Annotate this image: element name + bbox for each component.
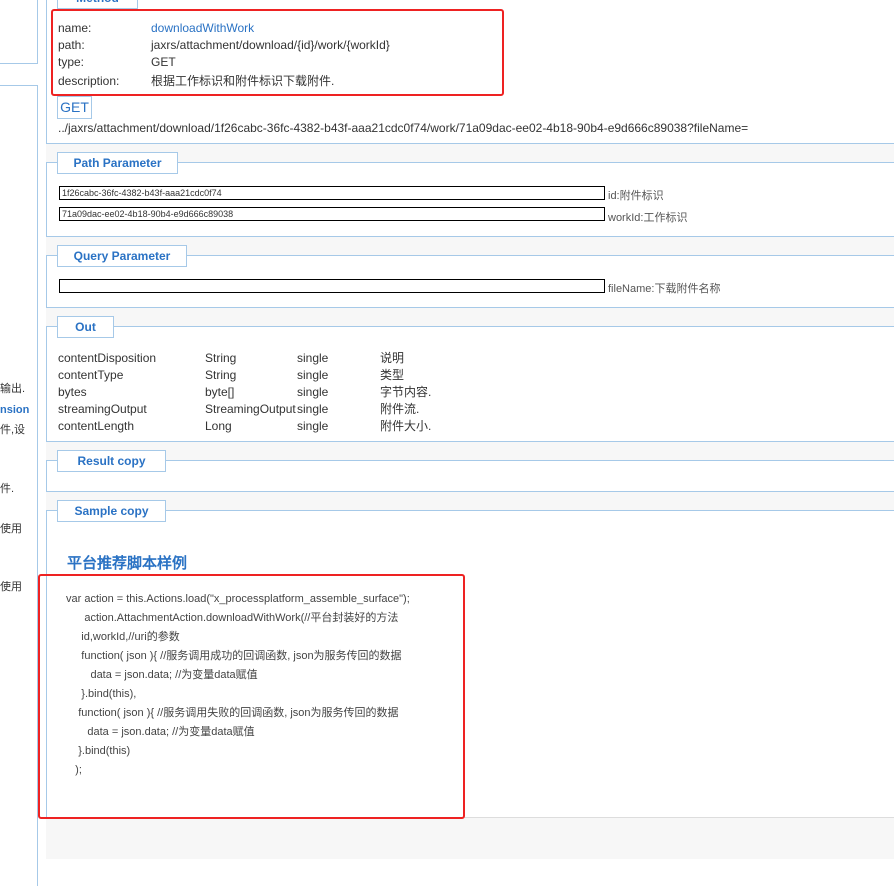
out-desc: 字节内容. [380,385,432,399]
filename-input[interactable] [59,279,605,293]
out-type: StreamingOutput [205,402,296,416]
query-parameter-legend: Query Parameter [57,245,187,267]
path-parameter-section: Path Parameter 1f26cabc-36fc-4382-b43f-a… [46,152,894,237]
sidebar-panel-top [0,0,38,64]
highlight-box [51,9,504,96]
out-type: String [205,368,237,382]
path-parameter-legend: Path Parameter [57,152,178,174]
out-type: String [205,351,237,365]
out-mult: single [297,368,329,382]
filename-label: fileName:下载附件名称 [608,283,721,295]
out-row: contentType String single 类型 [58,366,404,383]
out-name: bytes [58,385,87,399]
out-type: byte[] [205,385,235,399]
out-type: Long [205,419,232,433]
out-section: Out contentDisposition String single 说明 cont… [46,316,894,442]
sidebar-link[interactable]: nsion [0,404,29,416]
workid-label: workId:工作标识 [608,212,688,224]
out-desc: 附件大小. [380,419,432,433]
out-name: contentLength [58,419,135,433]
out-desc: 说明 [380,351,405,365]
out-row: contentDisposition String single 说明 [58,349,404,366]
sidebar-text: 使用 [0,523,22,535]
out-row: bytes byte[] single 字节内容. [58,383,431,400]
out-desc: 类型 [380,368,405,382]
out-row: streamingOutput StreamingOutputsingle 附件流. [58,400,419,417]
out-row: contentLength Long single 附件大小. [58,417,431,434]
sidebar-text: 件. [0,483,15,495]
out-name: contentType [58,368,124,382]
sidebar-text: 件,设 [0,424,26,436]
result-copy-legend[interactable]: Result copy [57,450,166,472]
out-mult: single [297,402,329,416]
out-mult: single [297,419,329,433]
request-url: ../jaxrs/attachment/download/1f26cabc-36… [58,121,749,135]
sample-copy-legend[interactable]: Sample copy [57,500,166,522]
highlight-box [38,574,465,819]
workid-input[interactable]: 71a09dac-ee02-4b18-90b4-e9d666c89038 [59,207,605,221]
get-button[interactable]: GET [57,96,92,119]
method-legend: Method [57,0,138,9]
out-name: contentDisposition [58,351,157,365]
out-mult: single [297,351,329,365]
sidebar-text: 输出. [0,383,26,395]
out-mult: single [297,385,329,399]
sample-heading: 平台推荐脚本样例 [67,555,188,572]
id-label: id:附件标识 [608,190,664,202]
result-section: Result copy [46,450,894,492]
sidebar-text: 使用 [0,581,22,593]
id-input[interactable]: 1f26cabc-36fc-4382-b43f-aaa21cdc0f74 [59,186,605,200]
out-name: streamingOutput [58,402,147,416]
query-parameter-section: Query Parameter fileName:下载附件名称 [46,245,894,308]
out-desc: 附件流. [380,402,420,416]
out-legend: Out [57,316,114,338]
